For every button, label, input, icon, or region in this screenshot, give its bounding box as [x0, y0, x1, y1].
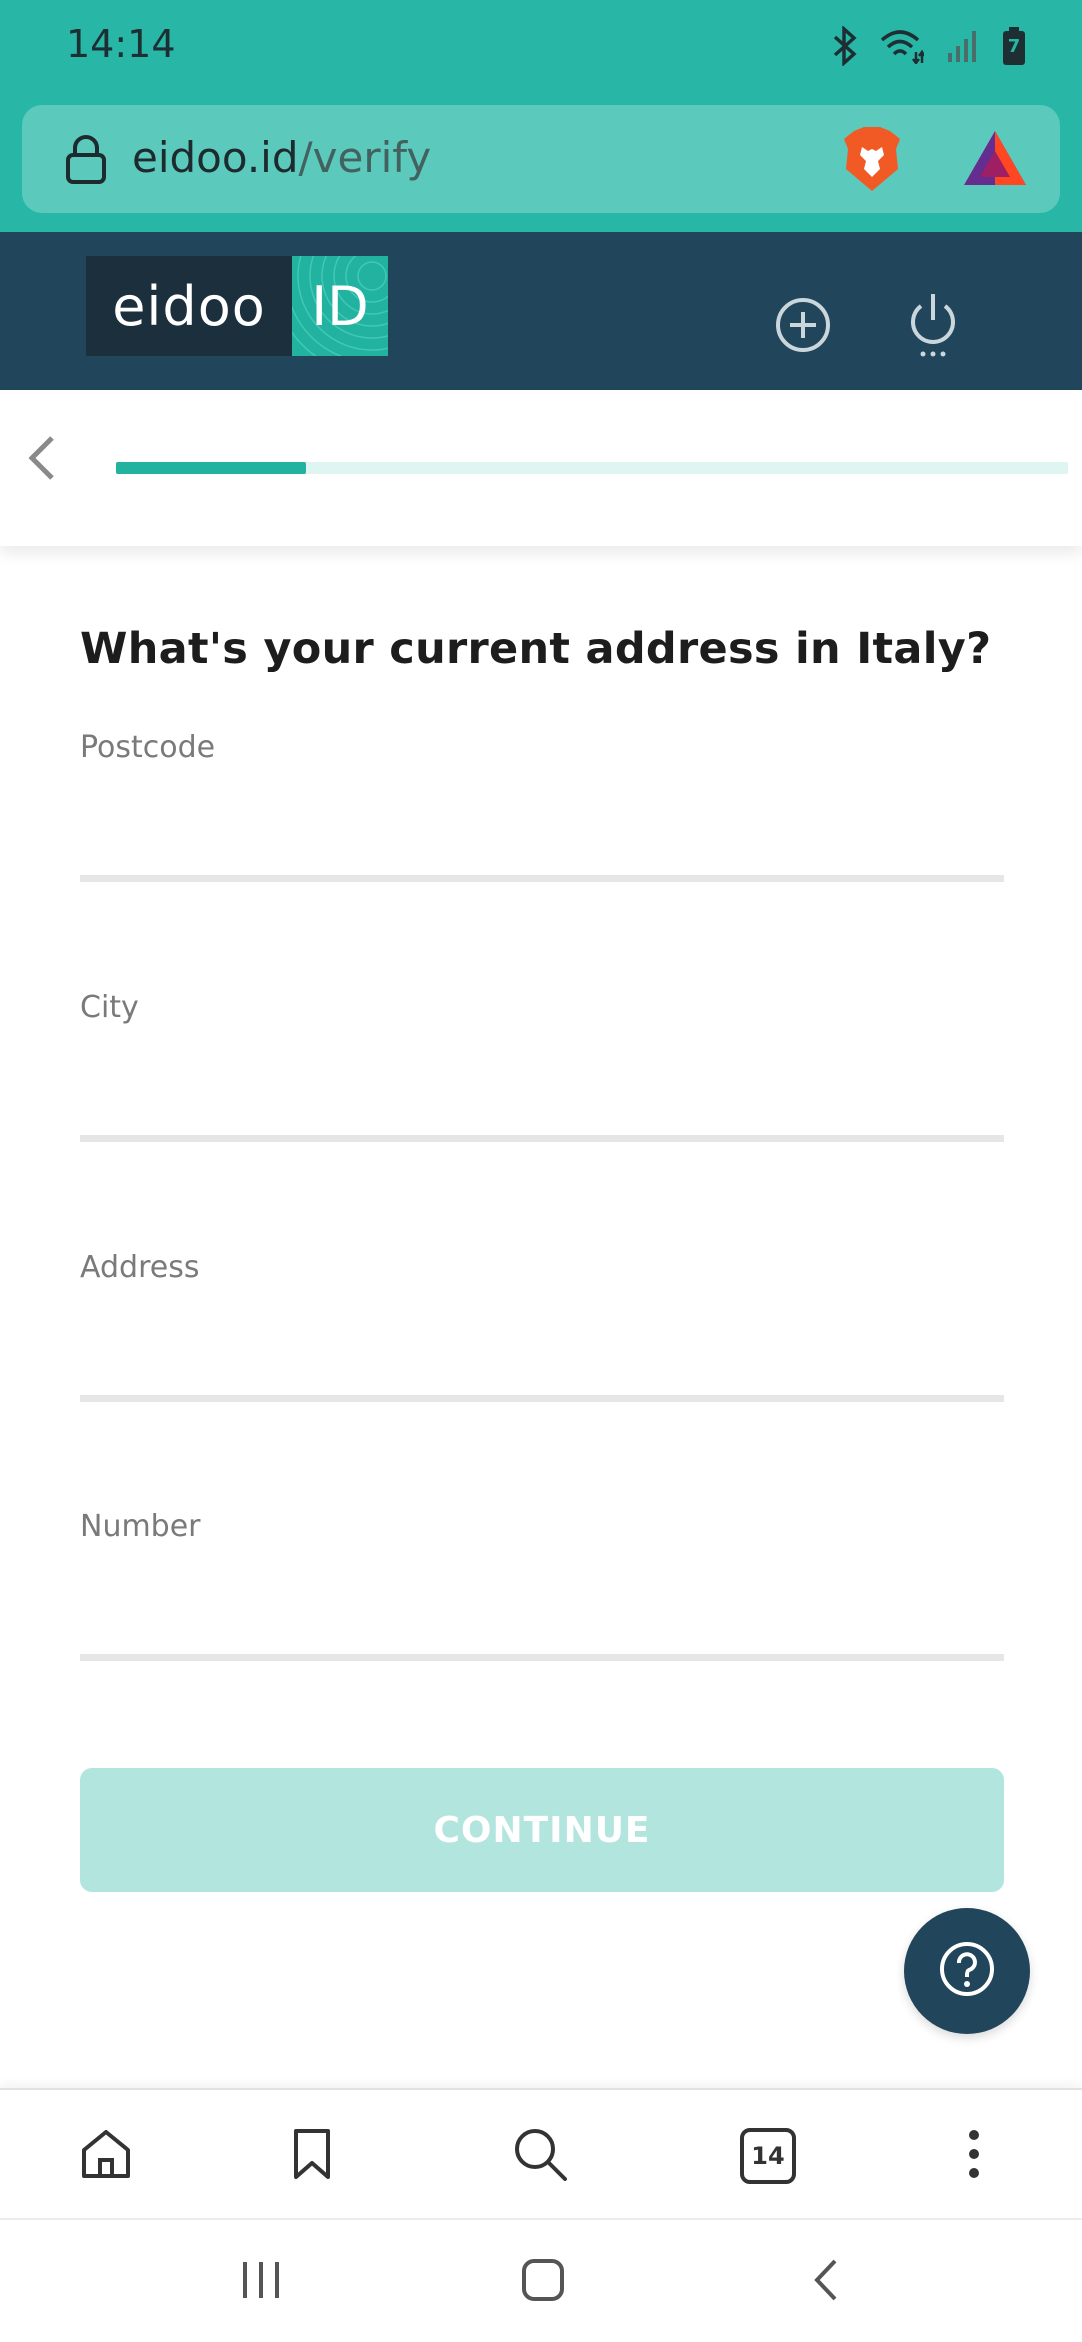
menu-button[interactable]	[932, 2114, 1016, 2198]
url-text[interactable]: eidoo.id/verify	[132, 133, 431, 182]
page-title: What's your current address in Italy?	[80, 624, 992, 674]
home-square-icon	[521, 2258, 565, 2307]
address-input[interactable]	[80, 1302, 1004, 1402]
url-field[interactable]: eidoo.id/verify	[22, 105, 1060, 213]
add-button[interactable]	[768, 292, 838, 362]
tabs-icon: 14	[726, 2114, 810, 2198]
eidoo-id-logo: eidoo ID	[86, 256, 388, 356]
city-input[interactable]	[80, 1042, 1004, 1142]
battery-level: 7	[1007, 36, 1021, 57]
city-label: City	[80, 990, 139, 1025]
number-field: Number	[80, 1509, 1004, 1679]
recent-apps-icon	[239, 2260, 283, 2305]
address-field: Address	[80, 1250, 1004, 1420]
bat-rewards-icon[interactable]	[962, 129, 1028, 192]
status-bar: 14:14 7	[0, 0, 1082, 92]
postcode-label: Postcode	[80, 730, 216, 765]
help-button[interactable]	[904, 1908, 1030, 2034]
status-time: 14:14	[66, 22, 176, 66]
browser-toolbar: 14	[0, 2088, 1082, 2218]
search-icon	[511, 2125, 569, 2188]
signal-icon	[946, 29, 980, 63]
back-button[interactable]	[18, 430, 66, 486]
back-nav-button[interactable]	[790, 2250, 860, 2314]
postcode-input[interactable]	[80, 782, 1004, 882]
logo-wordmark: eidoo	[86, 256, 292, 356]
tab-count: 14	[751, 2142, 785, 2170]
number-label: Number	[80, 1509, 201, 1544]
city-field: City	[80, 990, 1004, 1160]
search-button[interactable]	[498, 2114, 582, 2198]
chevron-left-icon	[18, 436, 66, 490]
number-input[interactable]	[80, 1561, 1004, 1661]
continue-button[interactable]: CONTINUE	[80, 1768, 1004, 1892]
brave-shields-icon[interactable]	[840, 125, 904, 200]
status-icons: 7	[832, 24, 1026, 68]
plus-circle-icon	[774, 296, 832, 359]
logout-button[interactable]	[898, 292, 968, 362]
logo-id-badge: ID	[292, 256, 388, 356]
lock-icon	[64, 135, 108, 190]
address-label: Address	[80, 1250, 200, 1285]
question-circle-icon	[938, 1940, 996, 2003]
system-nav-bar	[0, 2218, 1082, 2342]
wifi-icon	[880, 28, 924, 64]
bookmark-icon	[292, 2127, 332, 2186]
power-icon	[905, 292, 961, 363]
home-icon	[78, 2126, 134, 2187]
progress-row	[0, 390, 1082, 546]
progress-bar	[116, 462, 1068, 474]
app-header: eidoo ID	[0, 232, 1082, 390]
more-vertical-icon	[964, 2129, 984, 2184]
browser-address-bar: eidoo.id/verify	[0, 92, 1082, 232]
battery-icon: 7	[1002, 26, 1026, 66]
recent-apps-button[interactable]	[226, 2250, 296, 2314]
postcode-field: Postcode	[80, 730, 1004, 900]
url-host: eidoo.id	[132, 133, 299, 182]
bluetooth-icon	[832, 26, 858, 66]
chevron-left-icon	[809, 2257, 841, 2308]
logo-id-text: ID	[311, 274, 369, 338]
tabs-button[interactable]: 14	[726, 2114, 810, 2198]
url-path: /verify	[298, 133, 432, 182]
home-nav-button[interactable]	[508, 2250, 578, 2314]
home-button[interactable]	[64, 2114, 148, 2198]
bookmarks-button[interactable]	[270, 2114, 354, 2198]
progress-fill	[116, 462, 307, 474]
